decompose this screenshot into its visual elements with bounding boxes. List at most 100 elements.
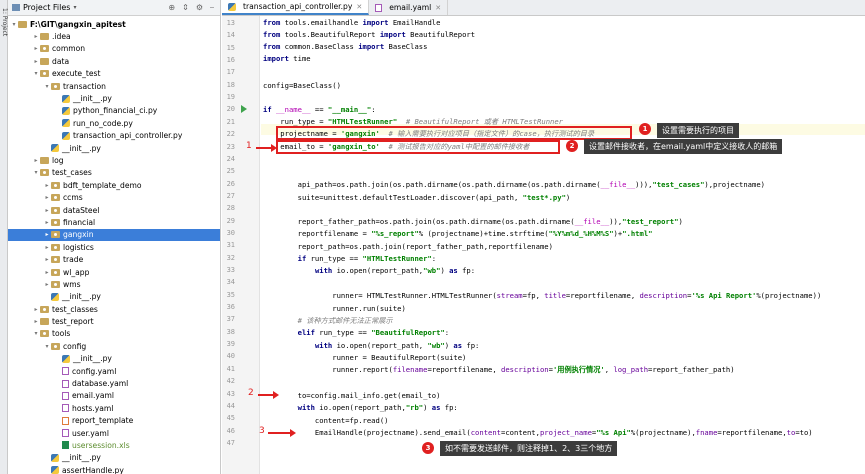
tree-item[interactable]: ▸ ccms <box>8 191 220 203</box>
folder-icon <box>40 156 49 164</box>
chevron-down-icon[interactable]: ▾ <box>32 70 40 77</box>
tree-item-label: common <box>52 44 86 54</box>
chevron-right-icon[interactable]: ▸ <box>43 207 51 214</box>
tree-item[interactable]: ▾ config <box>8 340 220 352</box>
chevron-down-icon[interactable]: ▾ <box>32 330 40 337</box>
chevron-right-icon[interactable]: ▸ <box>43 219 51 226</box>
line-number: 37 <box>226 315 235 324</box>
annotation-badge-3: 3 <box>422 442 434 454</box>
hide-icon[interactable]: ⎯ <box>210 3 214 13</box>
chevron-right-icon[interactable]: ▸ <box>32 318 40 325</box>
tree-item[interactable]: ▸ logistics <box>8 241 220 253</box>
chevron-right-icon[interactable]: ▸ <box>32 33 40 40</box>
run-icon[interactable] <box>241 105 247 113</box>
tree-item[interactable]: usersession.xls <box>8 439 220 451</box>
chevron-down-icon[interactable]: ▾ <box>43 83 51 90</box>
tab-email-yaml[interactable]: email.yaml ✕ <box>369 0 449 15</box>
tree-item[interactable]: ▸ test_classes <box>8 303 220 315</box>
chevron-right-icon[interactable]: ▸ <box>32 58 40 65</box>
tree-item[interactable]: ▸ test_report <box>8 315 220 327</box>
chevron-right-icon[interactable]: ▸ <box>32 157 40 164</box>
tree-item[interactable]: ▸ data <box>8 55 220 67</box>
project-tool-button[interactable]: 1: Project <box>0 8 8 36</box>
line-number: 42 <box>226 377 235 386</box>
tree-item[interactable]: transaction_api_controller.py <box>8 130 220 142</box>
line-number: 19 <box>226 93 235 102</box>
chevron-right-icon[interactable]: ▸ <box>43 194 51 201</box>
tree-item[interactable]: ▾ execute_test <box>8 68 220 80</box>
chevron-down-icon[interactable]: ▾ <box>32 169 40 176</box>
chevron-right-icon[interactable]: ▸ <box>43 182 51 189</box>
tree-item[interactable]: __init__.py <box>8 353 220 365</box>
py-icon <box>62 94 70 103</box>
tree-item-label: logistics <box>63 242 94 252</box>
tab-transaction-api-controller[interactable]: transaction_api_controller.py ✕ <box>222 0 370 15</box>
tree-item[interactable]: ▸ log <box>8 154 220 166</box>
tree-item-label: assertHandle.py <box>62 465 124 474</box>
collapse-icon[interactable]: ⇕ <box>182 3 189 13</box>
py-icon <box>62 354 70 363</box>
tree-item[interactable]: hosts.yaml <box>8 402 220 414</box>
chevron-right-icon[interactable]: ▸ <box>43 269 51 276</box>
code-line: to=config.mail_info.get(email_to) <box>263 391 441 400</box>
tree-item[interactable]: ▸ financial <box>8 216 220 228</box>
tree-item[interactable]: ▸ wms <box>8 278 220 290</box>
tree-item[interactable]: __init__.py <box>8 291 220 303</box>
project-panel-title[interactable]: Project Files <box>23 3 70 12</box>
annotation-arrow-2 <box>258 391 279 399</box>
gear-icon[interactable]: ⚙ <box>196 3 203 13</box>
chevron-down-icon[interactable]: ▾ <box>43 343 51 350</box>
line-number: 43 <box>226 389 235 398</box>
code-line: from tools.emailhandle import EmailHandl… <box>263 18 441 27</box>
tree-item[interactable]: ▸ dataSteel <box>8 204 220 216</box>
tree-item-label: wms <box>63 279 81 289</box>
tree-item[interactable]: ▸ bdft_template_demo <box>8 179 220 191</box>
close-icon[interactable]: ✕ <box>435 4 441 12</box>
tree-item-label: financial <box>63 217 96 227</box>
tree-item[interactable]: __init__.py <box>8 92 220 104</box>
target-icon[interactable]: ⊕ <box>168 3 175 13</box>
tree-item[interactable]: ▸ gangxin <box>8 228 220 242</box>
code-line: config=BaseClass() <box>263 81 341 90</box>
line-number: 38 <box>226 327 235 336</box>
chevron-right-icon[interactable]: ▸ <box>32 306 40 313</box>
py-icon <box>62 106 70 115</box>
tree-item[interactable]: ▾ transaction <box>8 80 220 92</box>
tree-item[interactable]: ▸ .idea <box>8 30 220 42</box>
line-number: 24 <box>226 154 235 163</box>
tree-item[interactable]: ▸ wl_app <box>8 266 220 278</box>
code-line: report_father_path=os.path.join(os.path.… <box>263 217 683 226</box>
tree-item[interactable]: python_financial_ci.py <box>8 105 220 117</box>
tree-item[interactable]: __init__.py <box>8 142 220 154</box>
dropdown-icon[interactable]: ▾ <box>73 4 76 11</box>
chevron-right-icon[interactable]: ▸ <box>43 244 51 251</box>
chevron-right-icon[interactable]: ▸ <box>32 45 40 52</box>
line-number: 35 <box>226 290 235 299</box>
tree-item[interactable]: run_no_code.py <box>8 117 220 129</box>
tree-item[interactable]: assertHandle.py <box>8 464 220 474</box>
chevron-down-icon[interactable]: ▾ <box>10 21 18 28</box>
code-editor[interactable]: from tools.emailhandle import EmailHandl… <box>261 16 865 474</box>
tree-item-label: transaction_api_controller.py <box>73 131 183 141</box>
tree-item[interactable]: ▸ common <box>8 43 220 55</box>
chevron-right-icon[interactable]: ▸ <box>43 231 51 238</box>
py-icon <box>51 453 59 462</box>
tree-item[interactable]: __init__.py <box>8 452 220 464</box>
tree-item[interactable]: ▸ trade <box>8 253 220 265</box>
tree-item-label: .idea <box>52 32 71 42</box>
tree-item[interactable]: user.yaml <box>8 427 220 439</box>
tree-root[interactable]: ▾ F:\GIT\gangxin_apitest <box>8 18 220 30</box>
tree-item[interactable]: email.yaml <box>8 390 220 402</box>
chevron-right-icon[interactable]: ▸ <box>43 281 51 288</box>
chevron-right-icon[interactable]: ▸ <box>43 256 51 263</box>
tab-label: transaction_api_controller.py <box>243 2 353 11</box>
line-number: 46 <box>226 426 235 435</box>
tree-item[interactable]: config.yaml <box>8 365 220 377</box>
tree-item[interactable]: report_template <box>8 415 220 427</box>
tree-item[interactable]: database.yaml <box>8 377 220 389</box>
tree-item[interactable]: ▾ tools <box>8 328 220 340</box>
tree-item[interactable]: ▾ test_cases <box>8 167 220 179</box>
tree-item-label: test_classes <box>52 304 98 314</box>
line-number: 26 <box>226 179 235 188</box>
close-icon[interactable]: ✕ <box>356 3 362 11</box>
